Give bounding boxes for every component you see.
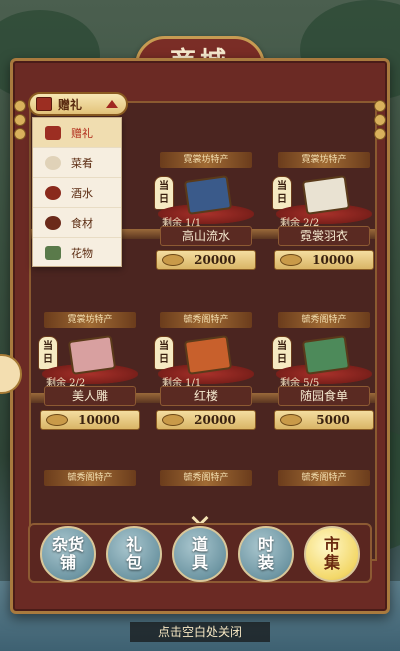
shop-item[interactable]: 霓裳坊特产 当日 剩余 2/2 美人雕 10000	[34, 312, 146, 434]
dropdown-selected-label: 赠礼	[58, 97, 83, 112]
green-book-icon	[296, 332, 356, 378]
buy-button[interactable]: 5000	[274, 410, 374, 430]
dropdown-option-label: 食材	[71, 216, 93, 230]
buy-button[interactable]: 10000	[274, 250, 374, 270]
coin-icon	[162, 254, 184, 266]
nav-props[interactable]: 道 具	[172, 526, 228, 582]
nav-fashion[interactable]: 时 装	[238, 526, 294, 582]
item-origin-tag: 霓裳坊特产	[160, 152, 252, 168]
item-price: 20000	[194, 413, 236, 427]
close-hint: 点击空白处关闭	[130, 622, 270, 642]
chevron-up-icon	[106, 100, 118, 108]
item-origin-tag: 毓秀阁特产	[278, 470, 370, 486]
dropdown-option-gift[interactable]: 赠礼	[33, 118, 121, 148]
lantern-left	[14, 100, 26, 142]
shop-item[interactable]: 毓秀阁特产 当日 剩余 1/1 红楼 20000	[150, 312, 262, 434]
dropdown-option-dish[interactable]: 菜肴	[33, 148, 121, 178]
lady-statue-icon	[62, 332, 122, 378]
item-price: 10000	[312, 253, 354, 267]
item-origin-tag: 毓秀阁特产	[160, 312, 252, 328]
shop-item[interactable]: 毓秀阁特产 当日 剩余 5/5 随园食单 5000	[268, 312, 380, 434]
coin-icon	[280, 414, 302, 426]
blue-robe-icon	[178, 172, 238, 218]
item-origin-tag: 霓裳坊特产	[44, 312, 136, 328]
lantern-right	[374, 100, 386, 142]
category-dropdown[interactable]: 赠礼	[28, 92, 128, 116]
shop-item[interactable]: 霓裳坊特产 当日 剩余 2/2 霓裳羽衣 10000	[268, 152, 380, 274]
item-origin-tag: 毓秀阁特产	[278, 312, 370, 328]
coin-icon	[46, 414, 68, 426]
item-name: 霓裳羽衣	[278, 226, 370, 246]
buy-button[interactable]: 10000	[40, 410, 140, 430]
item-origin-tag: 霓裳坊特产	[278, 152, 370, 168]
item-price: 10000	[78, 413, 120, 427]
item-origin-tag: 毓秀阁特产	[44, 470, 136, 486]
buy-button[interactable]: 20000	[156, 410, 256, 430]
dropdown-option-label: 菜肴	[71, 156, 93, 170]
item-origin-tag: 毓秀阁特产	[160, 470, 252, 486]
gift-box-icon	[36, 97, 52, 111]
buy-button[interactable]: 20000	[156, 250, 256, 270]
coin-icon	[280, 254, 302, 266]
item-price: 20000	[194, 253, 236, 267]
folded-garment-icon	[296, 172, 356, 218]
item-slot-partial: 毓秀阁特产	[150, 470, 262, 500]
item-name: 美人雕	[44, 386, 136, 406]
item-slot-partial: 毓秀阁特产	[34, 470, 146, 500]
gift-box-icon	[45, 125, 61, 140]
nav-general-store[interactable]: 杂货 铺	[40, 526, 96, 582]
item-name: 红楼	[160, 386, 252, 406]
shop-item[interactable]: 霓裳坊特产 当日 剩余 1/1 高山流水 20000	[150, 152, 262, 274]
item-slot-partial: 毓秀阁特产	[268, 470, 380, 500]
wine-jar-icon	[45, 185, 61, 200]
item-name: 高山流水	[160, 226, 252, 246]
nav-gift-pack[interactable]: 礼 包	[106, 526, 162, 582]
dropdown-option-label: 赠礼	[71, 126, 93, 140]
item-name: 随园食单	[278, 386, 370, 406]
dropdown-option-ingredient[interactable]: 食材	[33, 208, 121, 238]
nav-market[interactable]: 市 集	[304, 526, 360, 582]
dish-icon	[45, 155, 61, 170]
ingredient-icon	[45, 215, 61, 230]
dropdown-option-flower[interactable]: 花物	[33, 238, 121, 268]
dropdown-option-wine[interactable]: 酒水	[33, 178, 121, 208]
category-dropdown-list: 赠礼 菜肴 酒水 食材 花物	[32, 117, 122, 267]
book-scroll-icon	[178, 332, 238, 378]
dropdown-option-label: 花物	[71, 247, 93, 260]
coin-icon	[162, 414, 184, 426]
flower-icon	[45, 246, 61, 260]
item-price: 5000	[316, 413, 350, 427]
dropdown-option-label: 酒水	[71, 186, 93, 200]
